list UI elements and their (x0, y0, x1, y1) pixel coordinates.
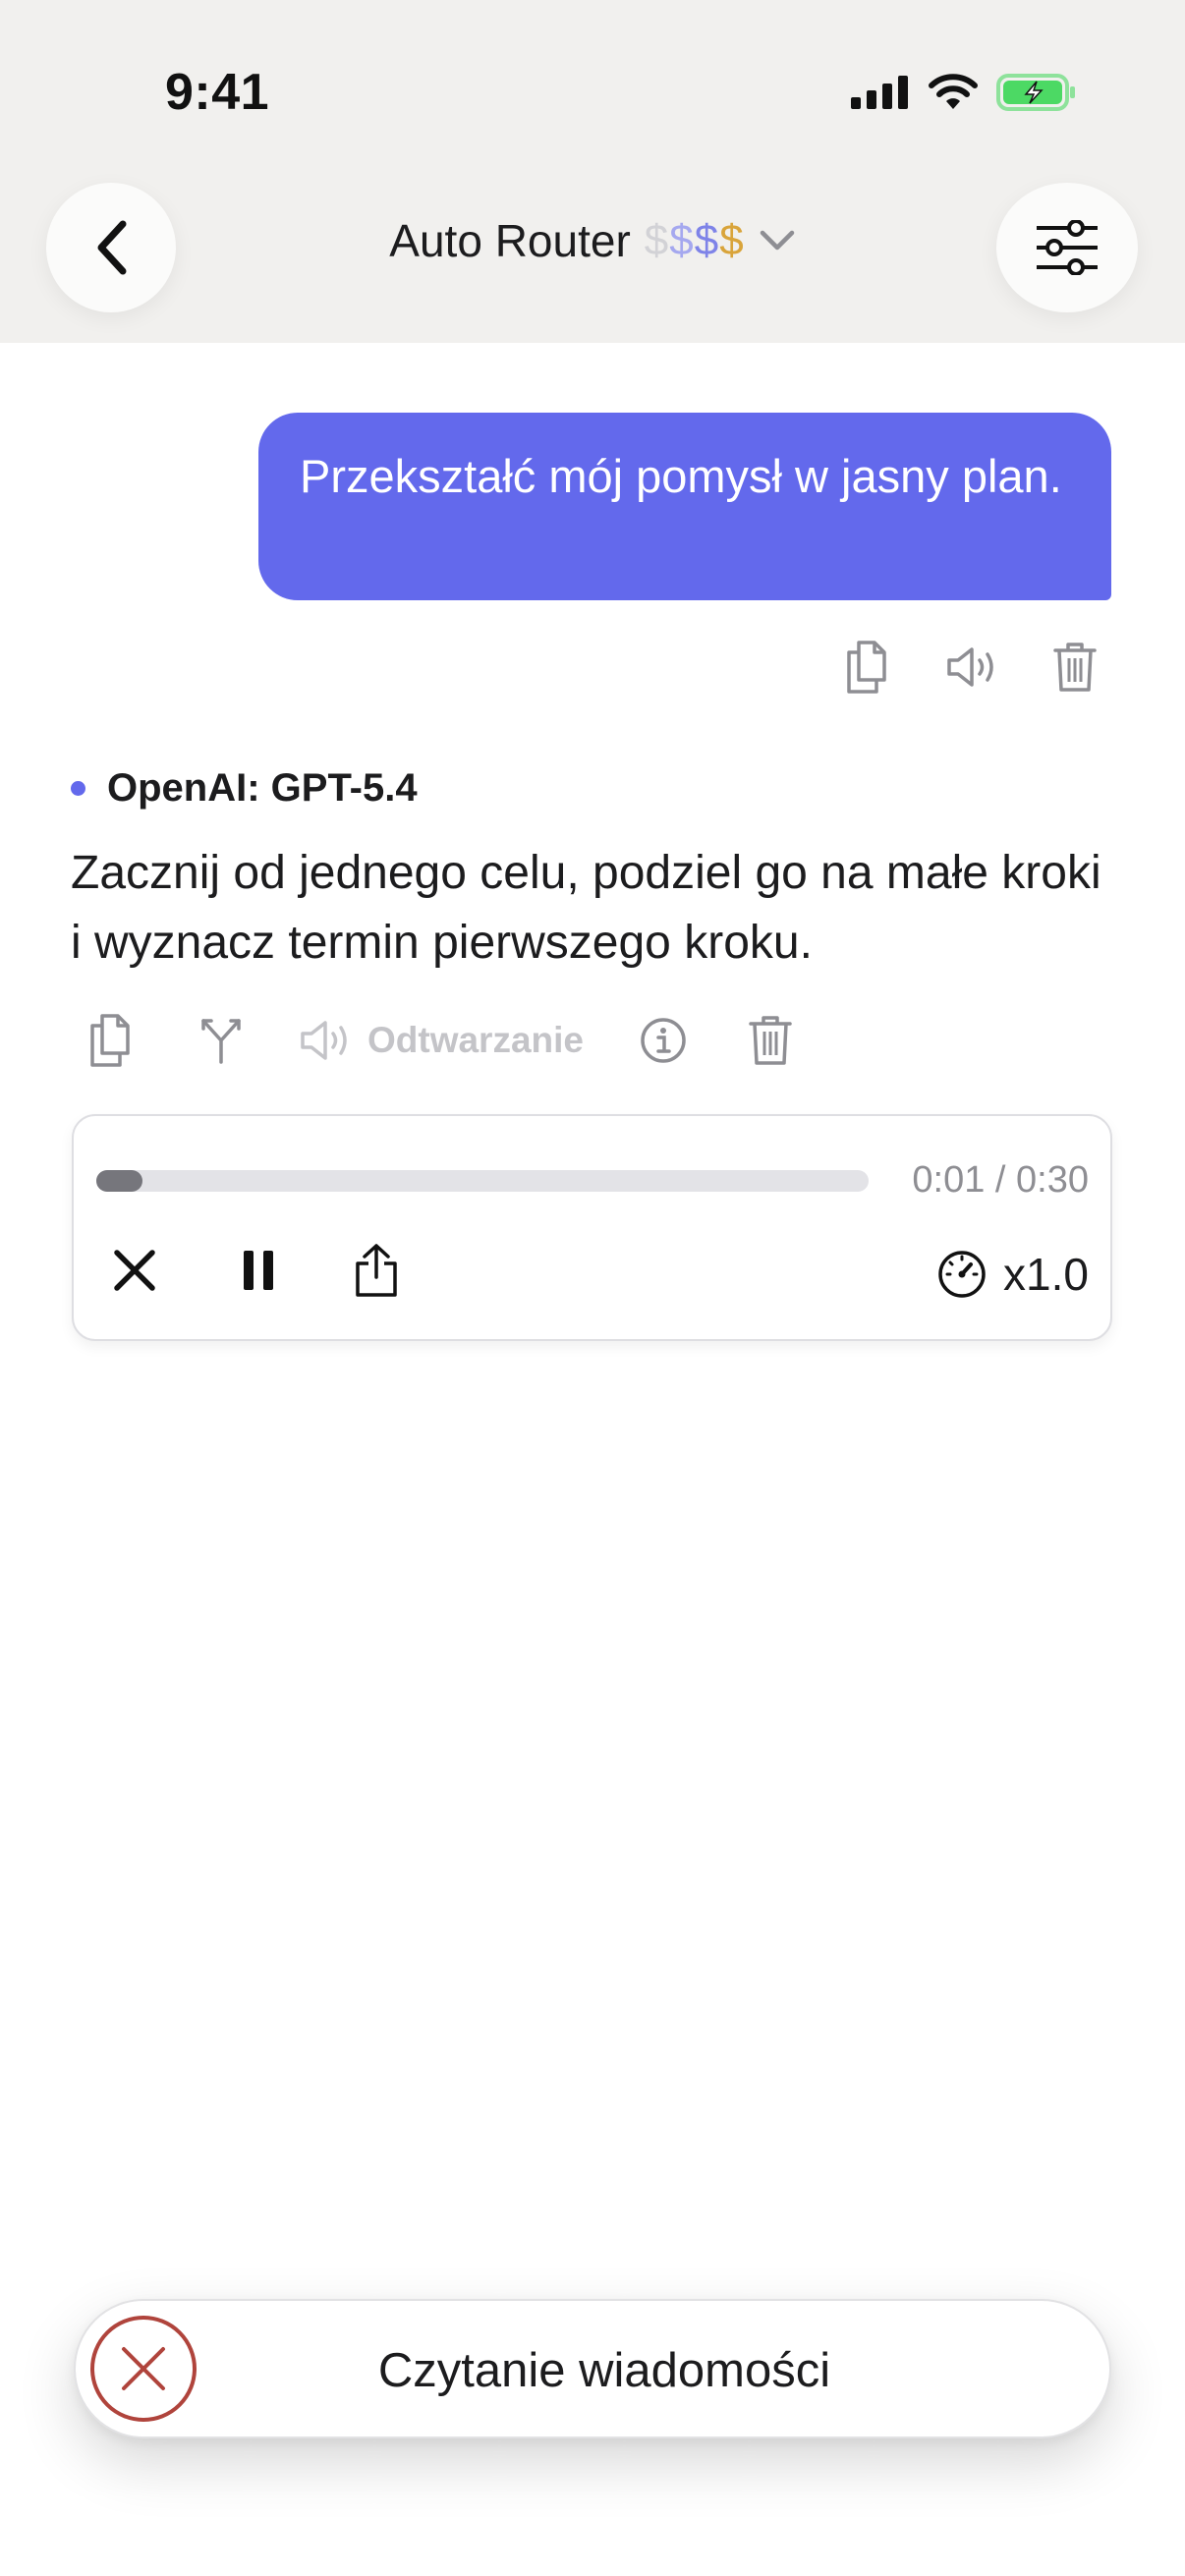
stop-reading-button[interactable] (89, 2315, 198, 2423)
sliders-icon (1035, 220, 1100, 275)
user-message-actions (843, 639, 1097, 696)
audio-player: 0:01 / 0:30 x1.0 (72, 1114, 1112, 1341)
progress-track[interactable] (96, 1170, 869, 1192)
playback-time: 0:01 / 0:30 (912, 1159, 1089, 1201)
price-tier-symbol: $ (669, 216, 695, 264)
close-icon (113, 1249, 156, 1292)
page-title: Auto Router (389, 215, 631, 266)
playback-button[interactable]: Odtwarzanie (299, 1019, 584, 1062)
speed-button[interactable]: x1.0 (936, 1248, 1089, 1301)
settings-button[interactable] (996, 183, 1138, 312)
close-player-button[interactable] (113, 1249, 156, 1292)
top-bar: 9:41 Auto Router $ $ $ $ (0, 0, 1185, 343)
copy-icon[interactable] (843, 639, 892, 696)
price-tier-symbol: $ (644, 216, 670, 264)
user-message-bubble[interactable]: Przekształć mój pomysł w jasny plan. (258, 413, 1111, 600)
price-tier-symbol: $ (719, 216, 745, 264)
trash-icon[interactable] (749, 1014, 792, 1067)
speedometer-icon (936, 1249, 988, 1300)
signal-icon (851, 76, 910, 109)
assistant-message: Zacznij od jednego celu, podziel go na m… (71, 847, 1101, 969)
copy-icon[interactable] (86, 1012, 136, 1069)
pause-icon (241, 1249, 276, 1292)
close-circle-icon (89, 2315, 198, 2423)
status-time: 9:41 (165, 64, 270, 121)
model-dot (71, 781, 85, 796)
assistant-message-actions: Odtwarzanie (86, 1012, 792, 1069)
model-name: OpenAI: GPT-5.4 (107, 766, 418, 810)
chevron-down-icon (759, 229, 796, 252)
speed-label: x1.0 (1003, 1249, 1089, 1300)
speaker-icon[interactable] (945, 645, 1000, 689)
status-icons (851, 73, 1077, 112)
speaker-icon (299, 1019, 354, 1062)
toast-text: Czytanie wiadomości (377, 2344, 831, 2397)
price-tier: $ $ $ $ (645, 216, 745, 265)
wifi-icon (928, 74, 979, 111)
model-label: OpenAI: GPT-5.4 (71, 766, 418, 811)
price-tier-symbol: $ (694, 216, 720, 264)
progress-fill (96, 1170, 143, 1192)
pause-button[interactable] (241, 1249, 276, 1292)
info-icon[interactable] (639, 1016, 688, 1065)
share-icon (352, 1242, 401, 1299)
share-button[interactable] (352, 1242, 401, 1299)
battery-icon (996, 73, 1077, 112)
reading-toast: Czytanie wiadomości (74, 2299, 1111, 2438)
playback-label: Odtwarzanie (367, 1020, 584, 1060)
branch-icon[interactable] (198, 1017, 244, 1064)
trash-icon[interactable] (1053, 641, 1097, 694)
